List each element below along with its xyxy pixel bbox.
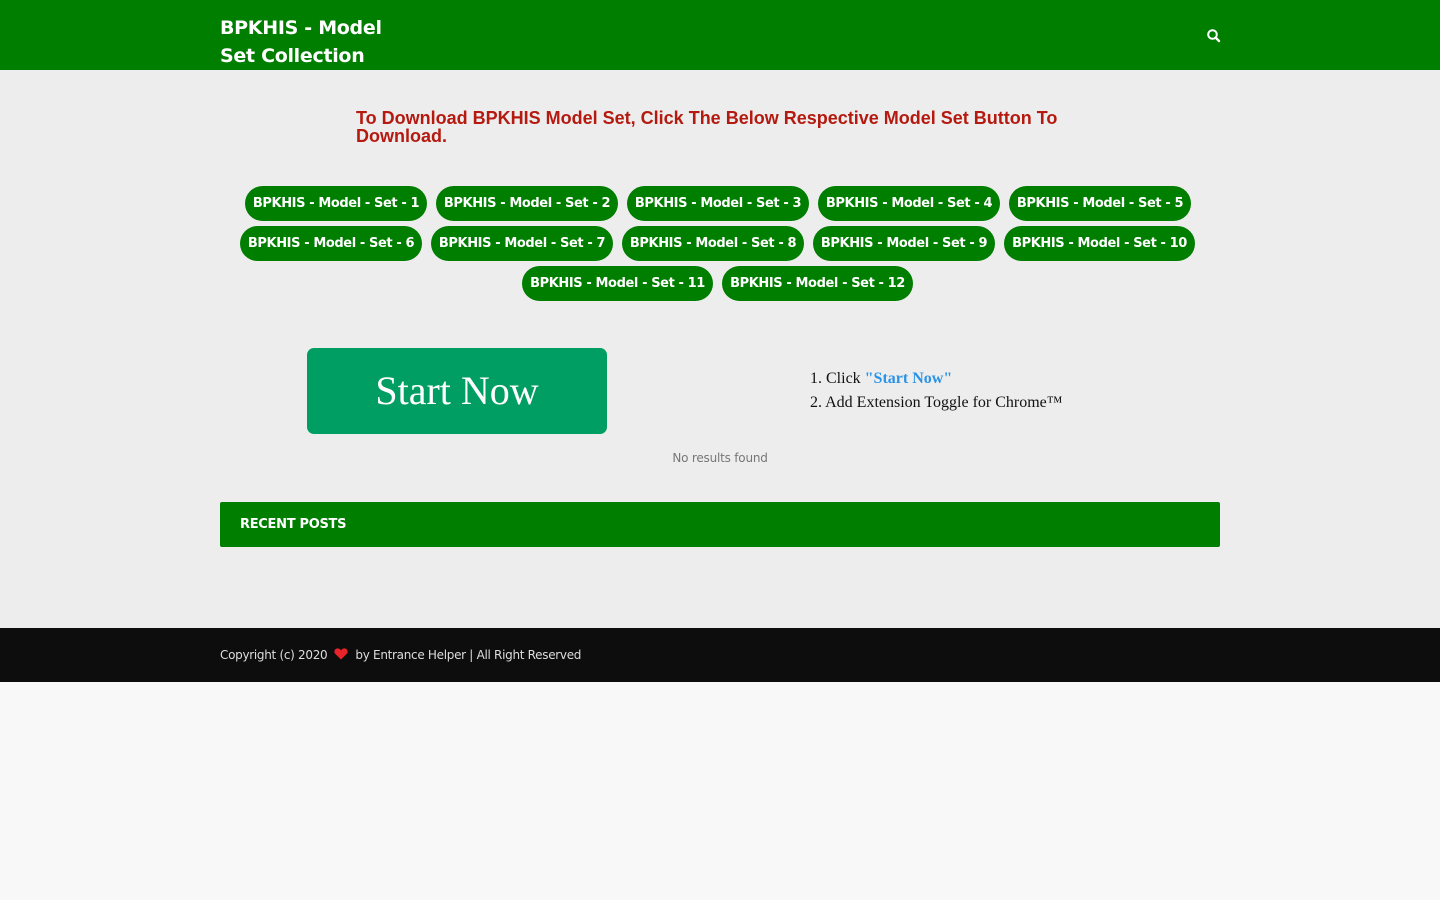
model-set-12-button[interactable]: BPKHIS - Model - Set - 12 bbox=[722, 266, 913, 301]
start-now-button[interactable]: Start Now bbox=[307, 348, 607, 434]
model-set-5-button[interactable]: BPKHIS - Model - Set - 5 bbox=[1009, 186, 1191, 221]
model-set-4-button[interactable]: BPKHIS - Model - Set - 4 bbox=[818, 186, 1000, 221]
ad-step-1: 1. Click "Start Now" bbox=[810, 367, 1062, 391]
page-main: BPKHIS - Model Set Collection To Downloa… bbox=[0, 0, 1440, 628]
no-results-message: No results found bbox=[672, 451, 768, 465]
model-set-8-button[interactable]: BPKHIS - Model - Set - 8 bbox=[622, 226, 804, 261]
model-set-6-button[interactable]: BPKHIS - Model - Set - 6 bbox=[240, 226, 422, 261]
recent-posts-widget: RECENT POSTS bbox=[220, 502, 1220, 547]
top-navigation-bar: BPKHIS - Model Set Collection bbox=[0, 0, 1440, 70]
ad-step-1-prefix: 1. Click bbox=[810, 370, 865, 387]
model-set-9-button[interactable]: BPKHIS - Model - Set - 9 bbox=[813, 226, 995, 261]
ad-steps-list: 1. Click "Start Now" 2. Add Extension To… bbox=[810, 367, 1062, 415]
model-set-11-button[interactable]: BPKHIS - Model - Set - 11 bbox=[522, 266, 713, 301]
model-set-10-button[interactable]: BPKHIS - Model - Set - 10 bbox=[1004, 226, 1195, 261]
download-instructions-heading: To Download BPKHIS Model Set, Click The … bbox=[356, 108, 1058, 146]
copyright-suffix: by Entrance Helper | All Right Reserved bbox=[355, 648, 582, 662]
start-now-link[interactable]: "Start Now" bbox=[865, 370, 953, 387]
search-icon[interactable] bbox=[1206, 28, 1222, 44]
footer: Copyright (c) 2020 by Entrance Helper | … bbox=[0, 628, 1440, 682]
model-set-3-button[interactable]: BPKHIS - Model - Set - 3 bbox=[627, 186, 809, 221]
model-set-2-button[interactable]: BPKHIS - Model - Set - 2 bbox=[436, 186, 618, 221]
recent-posts-title: RECENT POSTS bbox=[240, 517, 347, 532]
model-set-1-button[interactable]: BPKHIS - Model - Set - 1 bbox=[245, 186, 427, 221]
model-set-7-button[interactable]: BPKHIS - Model - Set - 7 bbox=[431, 226, 613, 261]
site-title-link[interactable]: BPKHIS - Model Set Collection bbox=[220, 14, 420, 70]
ad-step-2: 2. Add Extension Toggle for Chrome™ bbox=[810, 394, 1063, 411]
heart-icon bbox=[334, 629, 348, 660]
footer-copyright: Copyright (c) 2020 by Entrance Helper | … bbox=[220, 628, 581, 682]
copyright-prefix: Copyright (c) 2020 bbox=[220, 648, 328, 662]
